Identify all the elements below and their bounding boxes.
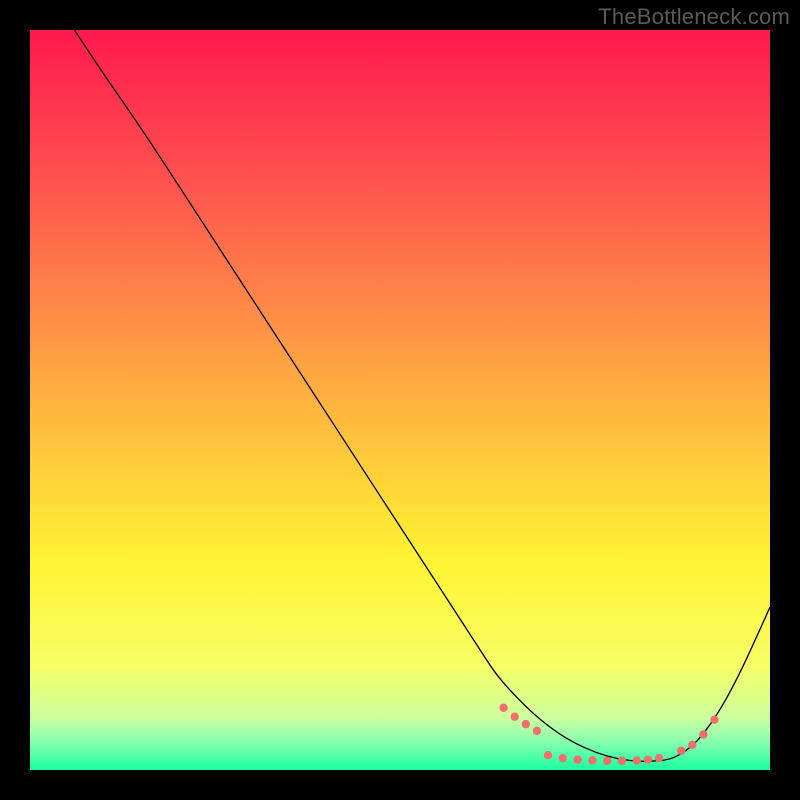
watermark-text: TheBottleneck.com [598,4,790,30]
marker-dot [533,727,541,735]
chart-frame: TheBottleneck.com [0,0,800,800]
marker-dot [588,756,596,764]
marker-dot [618,757,626,765]
marker-dot [710,715,718,723]
marker-dot [499,704,507,712]
marker-dot [511,713,519,721]
marker-dot [655,754,663,762]
gradient-background [30,30,770,770]
marker-dot [688,741,696,749]
chart-svg [30,30,770,770]
marker-dot [633,756,641,764]
marker-dot [644,755,652,763]
marker-dot [603,757,611,765]
marker-dot [677,747,685,755]
marker-dot [573,755,581,763]
chart-plot [30,30,770,770]
marker-dot [522,720,530,728]
marker-dot [699,730,707,738]
marker-dot [544,751,552,759]
marker-dot [559,754,567,762]
